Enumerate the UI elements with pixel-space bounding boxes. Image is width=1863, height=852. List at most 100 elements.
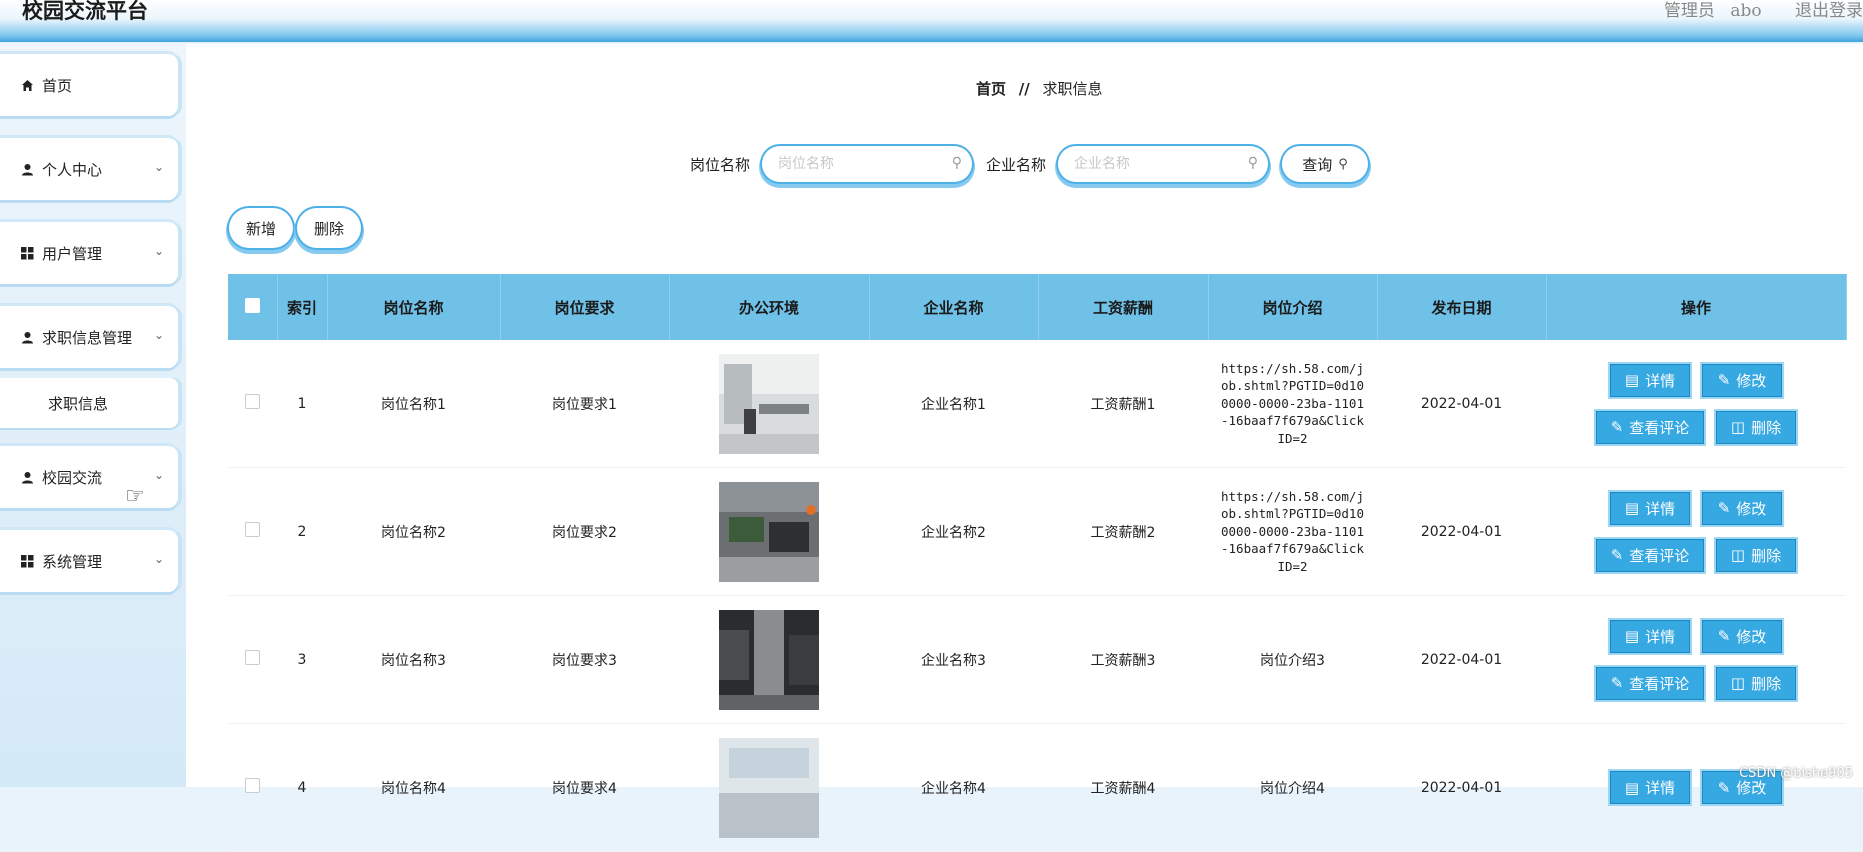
view-comments-label: 查看评论 (1629, 674, 1690, 693)
row-operations: ▤ 详情 ✎ 修改 (1546, 723, 1846, 852)
row-checkbox[interactable] (245, 394, 260, 409)
row-checkbox[interactable] (245, 650, 260, 665)
row-company-name: 企业名称2 (869, 467, 1038, 596)
header-publish-date: 发布日期 (1377, 274, 1547, 340)
office-environment-image[interactable] (719, 481, 819, 582)
document-icon: ▤ (1624, 371, 1640, 389)
sidebar: 首页 个人中心 ⌄ 用户管理 ⌄ 求职信息管理 ⌄ 求职信息 校园交流 ⌄ 系统… (0, 44, 186, 787)
row-job-name: 岗位名称4 (327, 723, 500, 852)
sidebar-item-label: 系统管理 (42, 552, 103, 571)
sidebar-subitem-job-info[interactable]: 求职信息 (0, 378, 178, 428)
pencil-icon: ✎ (1717, 371, 1731, 389)
company-name-label: 企业名称 (986, 155, 1047, 174)
app-title: 校园交流平台 (22, 0, 148, 23)
row-company-name: 企业名称4 (869, 723, 1038, 852)
header-index: 索引 (277, 274, 328, 340)
document-icon: ▤ (1624, 627, 1640, 645)
delete-label: 删除 (1751, 418, 1782, 437)
edit-button[interactable]: ✎ 修改 (1702, 491, 1782, 525)
chevron-down-icon: ⌄ (153, 468, 164, 482)
sidebar-item-campus-exchange[interactable]: 校园交流 ⌄ (0, 446, 178, 508)
detail-label: 详情 (1645, 371, 1676, 390)
row-index: 1 (277, 340, 327, 468)
header-job-requirements: 岗位要求 (500, 274, 670, 340)
row-checkbox[interactable] (245, 778, 260, 793)
sidebar-item-label: 求职信息管理 (42, 328, 133, 347)
office-environment-image[interactable] (719, 737, 819, 838)
trash-icon: ◫ (1730, 418, 1746, 436)
row-salary: 工资薪酬1 (1038, 340, 1208, 468)
row-index: 2 (277, 467, 327, 596)
document-icon: ▤ (1624, 778, 1640, 797)
select-all-checkbox[interactable] (244, 297, 260, 313)
detail-button[interactable]: ▤ 详情 (1610, 363, 1690, 397)
breadcrumb-home[interactable]: 首页 (976, 80, 1006, 98)
hand-cursor-icon: ☞ (125, 484, 145, 509)
table-row: 3 岗位名称3 岗位要求3 企业名称3 工资薪酬3 岗位介绍3 2022-04-… (228, 595, 1846, 724)
delete-button[interactable]: ◫ 删除 (1716, 538, 1796, 572)
query-button[interactable]: 查询 ⚲ (1282, 146, 1369, 182)
detail-button[interactable]: ▤ 详情 (1610, 771, 1690, 804)
sidebar-item-job-info-management[interactable]: 求职信息管理 ⌄ (0, 306, 178, 368)
row-checkbox[interactable] (245, 522, 260, 537)
detail-button[interactable]: ▤ 详情 (1610, 619, 1690, 653)
detail-label: 详情 (1645, 779, 1676, 797)
row-job-requirements: 岗位要求2 (500, 467, 669, 596)
row-job-requirements: 岗位要求3 (500, 595, 669, 724)
user-area: 管理员 abo 退出登录 (1654, 0, 1863, 22)
delete-label: 删除 (1751, 546, 1782, 565)
row-job-requirements: 岗位要求1 (500, 340, 669, 468)
logout-link[interactable]: 退出登录 (1795, 1, 1863, 21)
company-name-input[interactable] (1072, 146, 1237, 182)
chevron-down-icon: ⌄ (153, 552, 164, 566)
user-icon (20, 330, 34, 344)
row-job-name: 岗位名称2 (327, 467, 500, 596)
job-info-table: 索引 岗位名称 岗位要求 办公环境 企业名称 工资薪酬 岗位介绍 发布日期 操作… (228, 274, 1847, 852)
select-all-cell (228, 274, 278, 340)
delete-button[interactable]: ◫ 删除 (1716, 666, 1796, 700)
sidebar-item-user-management[interactable]: 用户管理 ⌄ (0, 222, 178, 284)
edit-button[interactable]: ✎ 修改 (1702, 619, 1782, 653)
detail-button[interactable]: ▤ 详情 (1610, 491, 1690, 525)
batch-delete-button[interactable]: 删除 (297, 208, 361, 248)
sidebar-item-label: 首页 (42, 76, 73, 95)
breadcrumb: 首页 // 求职信息 (976, 78, 1103, 99)
pencil-icon: ✎ (1610, 674, 1624, 692)
view-comments-label: 查看评论 (1629, 418, 1690, 437)
pencil-icon: ✎ (1717, 627, 1731, 645)
sidebar-item-system-management[interactable]: 系统管理 ⌄ (0, 530, 178, 592)
view-comments-label: 查看评论 (1629, 546, 1690, 565)
sidebar-item-label: 校园交流 (42, 468, 103, 487)
edit-button[interactable]: ✎ 修改 (1702, 363, 1782, 397)
delete-button[interactable]: ◫ 删除 (1716, 410, 1796, 444)
add-button-label: 新增 (245, 219, 276, 238)
top-bar: 校园交流平台 管理员 abo 退出登录 (0, 0, 1863, 42)
add-button[interactable]: 新增 (229, 208, 293, 248)
breadcrumb-current: 求职信息 (1042, 80, 1103, 98)
job-name-search-box[interactable]: ⚲ (762, 146, 973, 182)
office-environment-image[interactable] (719, 353, 819, 454)
view-comments-button[interactable]: ✎ 查看评论 (1596, 410, 1704, 444)
grid-icon (20, 246, 34, 260)
view-comments-button[interactable]: ✎ 查看评论 (1596, 666, 1704, 700)
office-environment-image[interactable] (719, 609, 819, 710)
header-office-environment: 办公环境 (669, 274, 870, 340)
row-operations: ▤ 详情 ✎ 修改 ✎ 查看评论 ◫ 删除 (1546, 595, 1846, 724)
chevron-down-icon: ⌄ (153, 160, 164, 174)
trash-icon: ◫ (1730, 546, 1746, 564)
row-job-intro: 岗位介绍3 (1208, 595, 1377, 724)
chevron-down-icon: ⌄ (153, 244, 164, 258)
sidebar-item-label: 个人中心 (42, 160, 103, 179)
breadcrumb-separator: // (1018, 80, 1030, 98)
sidebar-item-personal-center[interactable]: 个人中心 ⌄ (0, 138, 178, 200)
view-comments-button[interactable]: ✎ 查看评论 (1596, 538, 1704, 572)
job-name-input[interactable] (776, 146, 941, 182)
edit-label: 修改 (1736, 627, 1767, 646)
grid-icon (20, 554, 34, 568)
company-name-search-box[interactable]: ⚲ (1058, 146, 1269, 182)
row-salary: 工资薪酬4 (1038, 723, 1208, 852)
table-row: 2 岗位名称2 岗位要求2 企业名称2 工资薪酬2 https://sh.58.… (228, 467, 1846, 596)
detail-label: 详情 (1645, 627, 1676, 646)
row-publish-date: 2022-04-01 (1377, 467, 1546, 596)
sidebar-item-home[interactable]: 首页 (0, 54, 178, 116)
